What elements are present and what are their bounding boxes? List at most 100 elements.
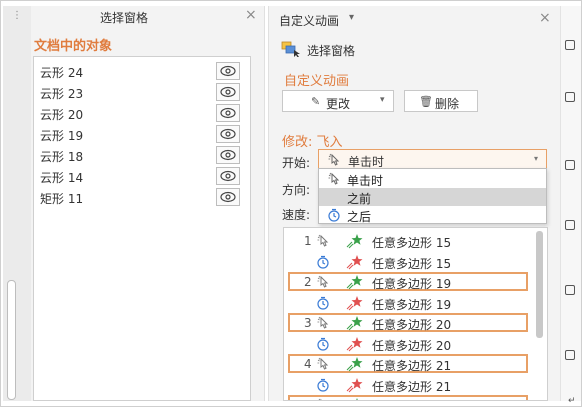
right-toolbar [560,6,581,401]
eye-icon [220,65,236,77]
mouse-click-icon [316,275,330,292]
mouse-click-icon [316,398,330,400]
clock-icon [328,208,340,222]
eye-icon [220,107,236,119]
eye-icon [220,149,236,161]
animation-order-number: 1 [304,234,312,248]
start-select[interactable]: 单击时 ▾ [318,149,547,170]
dropdown-option-label: 单击时 [347,174,384,188]
clock-icon [316,255,330,272]
animation-target-name: 任意多边形 19 [372,297,452,312]
entrance-star-icon [346,315,364,334]
selection-pane-title: 选择窗格 [100,11,149,25]
list-item[interactable]: 4 任意多边形 21 [284,354,534,374]
exit-star-icon [346,295,364,314]
pen-icon: ✎ [311,95,321,108]
change-button-label: 更改 [326,97,351,111]
tool-icon[interactable] [565,92,575,102]
selection-pane-link-label: 选择窗格 [307,44,356,58]
paragraph-mark-icon: ↵ [568,396,576,406]
selection-pane-icon [281,41,300,57]
chevron-down-icon: ▾ [380,95,385,105]
visibility-toggle-button[interactable] [216,62,240,80]
list-item[interactable]: 任意多边形 15 [284,252,534,272]
objects-list: 云形 24 云形 23 云形 20 云形 19 云形 18 云形 14 矩形 1… [33,56,251,401]
entrance-star-icon [346,397,364,400]
eye-icon [220,170,236,182]
animation-order-number: 3 [304,316,312,330]
chevron-down-icon[interactable]: ▾ [349,12,354,23]
animation-target-name: 任意多边形 15 [372,236,452,250]
visibility-toggle-button[interactable] [216,83,240,101]
list-item[interactable]: 云形 19 [34,124,250,145]
chevron-down-icon: ▾ [534,154,539,163]
list-item[interactable]: 3 任意多边形 20 [284,313,534,333]
pane-grip-icon[interactable]: ⋮ [12,10,22,21]
clock-icon [316,296,330,313]
list-item[interactable]: 矩形 11 [34,187,250,208]
list-item[interactable]: 云形 14 [34,166,250,187]
list-item[interactable]: 5 任意多边形 24 [284,395,534,400]
animation-target-name: 任意多边形 21 [372,359,452,373]
eye-icon [220,86,236,98]
list-item[interactable]: 2 任意多边形 19 [284,272,534,292]
modify-heading: 修改: 飞入 [282,135,343,150]
direction-label: 方向: [282,183,311,197]
list-item[interactable]: 1 任意多边形 15 [284,231,534,251]
selection-pane-close-button[interactable]: × [245,8,257,22]
visibility-toggle-button[interactable] [216,125,240,143]
visibility-toggle-button[interactable] [216,167,240,185]
trash-icon: 🗑 [419,95,433,108]
tool-icon[interactable] [565,40,575,50]
start-label: 开始: [282,156,311,170]
eye-icon [220,191,236,203]
animation-list-scrollbar[interactable] [536,231,543,338]
dropdown-option-on-click[interactable]: 单击时 [319,170,546,188]
tool-icon[interactable] [565,160,575,170]
clock-icon [316,337,330,354]
dropdown-option-label: 之后 [347,210,372,224]
animation-target-name: 任意多边形 24 [372,398,451,400]
tool-icon[interactable] [565,350,575,360]
dropdown-option-with-previous[interactable]: 之前 [319,188,546,206]
delete-effect-button[interactable]: 🗑 删除 [404,90,478,112]
left-scrollbar[interactable] [7,280,16,400]
exit-star-icon [346,254,364,273]
list-item[interactable]: 任意多边形 19 [284,293,534,313]
animation-target-name: 任意多边形 21 [372,379,452,394]
object-label: 云形 19 [40,129,84,143]
mouse-click-icon [316,234,330,251]
clock-icon [316,378,330,395]
list-item[interactable]: 云形 18 [34,145,250,166]
object-label: 云形 20 [40,108,84,122]
tool-icon[interactable] [565,285,575,295]
object-label: 云形 23 [40,87,84,101]
change-effect-button[interactable]: ✎ 更改 ▾ [282,90,394,112]
animation-pane-close-button[interactable]: × [539,11,551,25]
object-label: 云形 14 [40,171,84,185]
object-label: 矩形 11 [40,192,84,206]
list-item[interactable]: 云形 20 [34,103,250,124]
dropdown-option-after-previous[interactable]: 之后 [319,206,546,224]
object-label: 云形 24 [40,66,84,80]
objects-heading: 文档中的对象 [34,39,113,54]
tool-icon[interactable] [565,220,575,230]
visibility-toggle-button[interactable] [216,104,240,122]
exit-star-icon [346,377,364,396]
animation-target-name: 任意多边形 15 [372,256,452,271]
animation-order-number: 5 [304,398,312,400]
list-item[interactable]: 任意多边形 20 [284,334,534,354]
mouse-click-icon [316,316,330,333]
mouse-click-icon [316,357,330,374]
entrance-star-icon [346,356,364,375]
eye-icon [220,128,236,140]
animation-target-name: 任意多边形 19 [372,277,452,291]
visibility-toggle-button[interactable] [216,188,240,206]
visibility-toggle-button[interactable] [216,146,240,164]
animation-order-number: 2 [304,275,312,289]
list-item[interactable]: 云形 24 [34,61,250,82]
list-item[interactable]: 云形 23 [34,82,250,103]
exit-star-icon [346,336,364,355]
animation-pane-title[interactable]: 自定义动画 [279,12,339,29]
list-item[interactable]: 任意多边形 21 [284,375,534,395]
